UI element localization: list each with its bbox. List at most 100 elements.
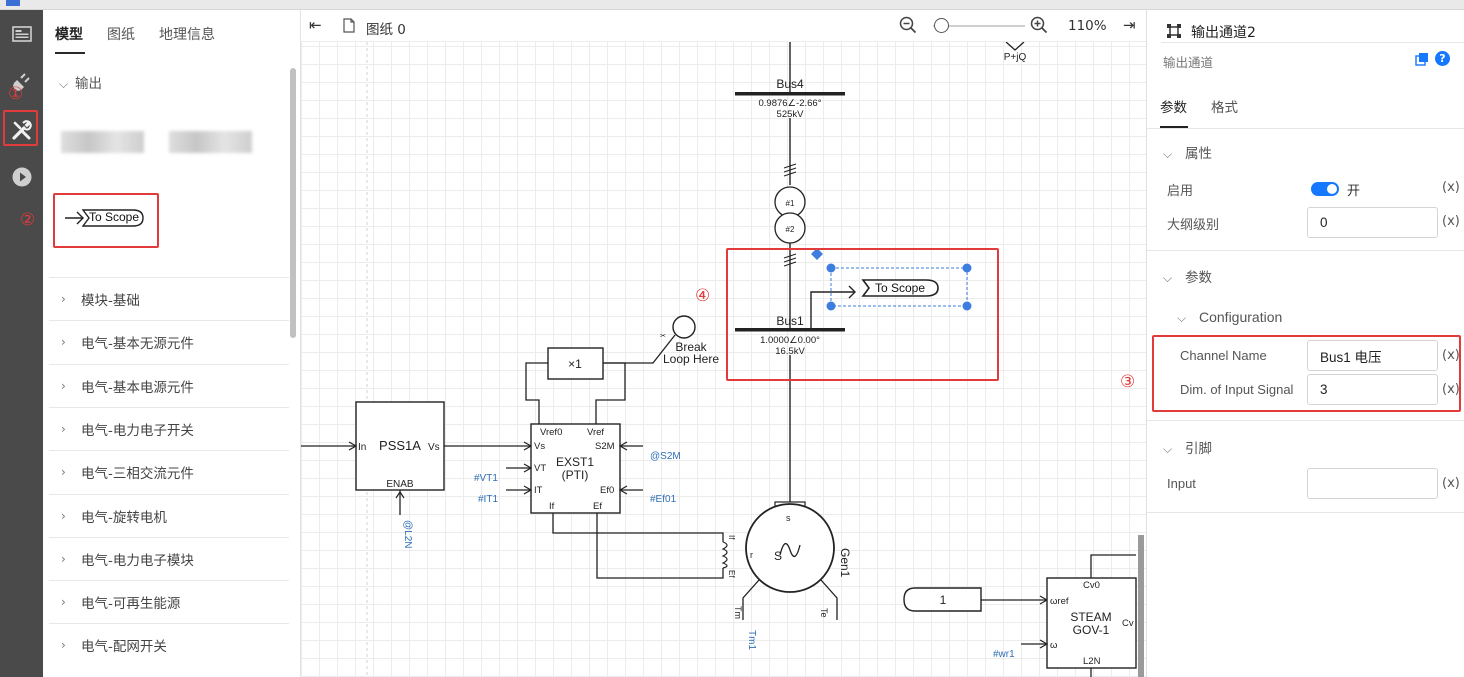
annotation-box-selected-block: [726, 248, 999, 381]
category-item[interactable]: › 模块-基础: [49, 277, 289, 320]
scissors-icon: ✂: [660, 333, 666, 340]
chevron-down-icon: ⌵: [1163, 271, 1173, 285]
generator-gen1[interactable]: S s r Gen1 If Ef: [727, 501, 852, 593]
signal-s2m: @S2M: [650, 451, 681, 462]
annotation-box-config: [1152, 335, 1461, 412]
chevron-right-icon: ›: [61, 422, 66, 436]
blurred-block-thumbnail[interactable]: [61, 131, 144, 153]
category-item[interactable]: › 电气-基本无源元件: [49, 320, 289, 363]
category-item[interactable]: › 电气-旋转电机: [49, 494, 289, 537]
transformer[interactable]: #1 #2: [774, 186, 806, 244]
chevron-right-icon: ›: [61, 509, 66, 523]
signal-it1: #IT1: [478, 494, 498, 505]
category-item[interactable]: › 电气-三相交流元件: [49, 450, 289, 493]
zoom-in-icon[interactable]: [1030, 16, 1048, 38]
exst1-port-ef0: Ef0: [600, 485, 614, 496]
pq-meter[interactable]: P+jQ: [1004, 41, 1027, 63]
constant-value: 1: [940, 593, 947, 607]
signal-tm1: Tm1: [746, 630, 757, 650]
tab-drawing[interactable]: 图纸: [107, 24, 135, 44]
collapse-left-icon[interactable]: ⇤: [309, 16, 322, 34]
pss1a-port-in: In: [358, 442, 366, 453]
wire: [525, 362, 548, 424]
chevron-right-icon: ›: [61, 335, 66, 349]
steam-port-w: ω: [1050, 640, 1058, 651]
canvas-scrollbar[interactable]: [1138, 535, 1144, 677]
break-loop-node[interactable]: ✂ Break Loop Here: [660, 315, 719, 366]
gen-stator-label: S: [774, 549, 782, 563]
three-phase-marker: [783, 163, 797, 177]
category-item[interactable]: › 电气-可再生能源: [49, 580, 289, 623]
section-output[interactable]: ⌵ 输出: [59, 72, 102, 92]
category-item[interactable]: › 电气-基本电源元件: [49, 364, 289, 407]
pss1a-signal-label: @L2N: [402, 520, 413, 549]
blurred-block-thumbnail[interactable]: [169, 131, 252, 153]
canvas-toolbar: ⇤ 图纸 0 110% ⇥: [301, 10, 1146, 42]
enable-label: 启用: [1167, 184, 1194, 199]
outline-level-input[interactable]: 0: [1307, 207, 1438, 238]
steam-gov-block[interactable]: STEAM GOV-1 Cv0 ωref ω Cv L2N: [1046, 577, 1137, 669]
category-item[interactable]: › 电气-配网开关: [49, 623, 289, 666]
copy-icon[interactable]: [1415, 52, 1429, 70]
drawing-tab-title[interactable]: 图纸 0: [366, 18, 406, 38]
exst1-block[interactable]: EXST1 (PTI) Vref0 Vref Vs S2M VT IT Ef0 …: [530, 423, 621, 514]
exst1-port-ef: Ef: [593, 501, 602, 512]
chevron-right-icon: ›: [61, 595, 66, 609]
zoom-out-icon[interactable]: [899, 16, 917, 38]
gen-port-te: Te: [819, 608, 829, 618]
chevron-down-icon: ⌵: [1163, 147, 1173, 161]
exst1-subtitle: (PTI): [562, 468, 589, 482]
category-item[interactable]: › 电气-电力电子开关: [49, 407, 289, 450]
field-winding-icon: [721, 541, 728, 569]
chevron-right-icon: ›: [61, 638, 66, 652]
schematic-canvas[interactable]: P+jQ Bus4 0.9876∠-2.66° 525kV #1 #2 Bus1…: [301, 10, 1146, 677]
help-icon[interactable]: ?: [1435, 51, 1450, 66]
app-logo-mark: [6, 0, 20, 6]
section-parameters[interactable]: ⌵ 参数: [1163, 266, 1212, 286]
tab-format[interactable]: 格式: [1211, 96, 1238, 116]
zoom-slider-thumb[interactable]: [934, 18, 949, 33]
section-configuration[interactable]: ⌵ Configuration: [1177, 309, 1282, 326]
annotation-box-to-scope: [53, 193, 159, 248]
library-scrollbar[interactable]: [290, 68, 296, 338]
expression-toggle[interactable]: (x): [1442, 476, 1460, 491]
signal-ef01: #Ef01: [650, 494, 677, 505]
gen-name: Gen1: [838, 548, 852, 578]
wire: [1090, 554, 1136, 578]
steam-subtitle: GOV-1: [1073, 623, 1110, 637]
library-panel: 模型 图纸 地理信息 ⌵ 输出 To Scope › 模块-基础 › 电气-基本无源元…: [43, 10, 301, 677]
expression-toggle[interactable]: (x): [1442, 180, 1460, 195]
play-icon[interactable]: [6, 161, 37, 192]
schematic-diagram[interactable]: P+jQ Bus4 0.9876∠-2.66° 525kV #1 #2 Bus1…: [301, 10, 1146, 677]
gain-label: ×1: [568, 357, 582, 371]
tab-geo[interactable]: 地理信息: [159, 24, 215, 44]
gain-block[interactable]: ×1: [547, 347, 604, 380]
annotation-2: ②: [20, 210, 36, 230]
wire: [742, 579, 760, 620]
section-pins[interactable]: ⌵ 引脚: [1163, 437, 1212, 457]
enable-value: 开: [1347, 184, 1361, 199]
constant-block[interactable]: 1: [903, 587, 982, 612]
gen-port-ef: Ef: [727, 570, 736, 578]
steam-port-wref: ωref: [1050, 596, 1069, 607]
input-pin-field[interactable]: [1307, 468, 1438, 499]
tab-model[interactable]: 模型: [55, 24, 83, 44]
expression-toggle[interactable]: (x): [1442, 214, 1460, 229]
pss1a-port-vs: Vs: [428, 442, 440, 453]
outline-level-label: 大纲级别: [1167, 218, 1220, 233]
collapse-right-icon[interactable]: ⇥: [1123, 16, 1136, 34]
pss1a-block[interactable]: PSS1A In Vs ENAB: [355, 401, 445, 491]
pq-label: P+jQ: [1004, 52, 1027, 63]
category-item[interactable]: › 电气-电力电子模块: [49, 537, 289, 580]
annotation-box-tools: [3, 110, 38, 146]
enable-toggle[interactable]: [1311, 182, 1339, 196]
section-attributes[interactable]: ⌵ 属性: [1163, 142, 1212, 162]
steam-port-cv: Cv: [1122, 618, 1134, 629]
transformer-winding-2: #2: [786, 225, 795, 234]
tab-params[interactable]: 参数: [1160, 96, 1187, 116]
panel-icon[interactable]: [6, 18, 37, 49]
wire: [596, 513, 724, 579]
signal-wr1: #wr1: [993, 649, 1015, 660]
component-icon: [1167, 24, 1181, 38]
bus4[interactable]: Bus4 0.9876∠-2.66° 525kV: [735, 77, 845, 120]
